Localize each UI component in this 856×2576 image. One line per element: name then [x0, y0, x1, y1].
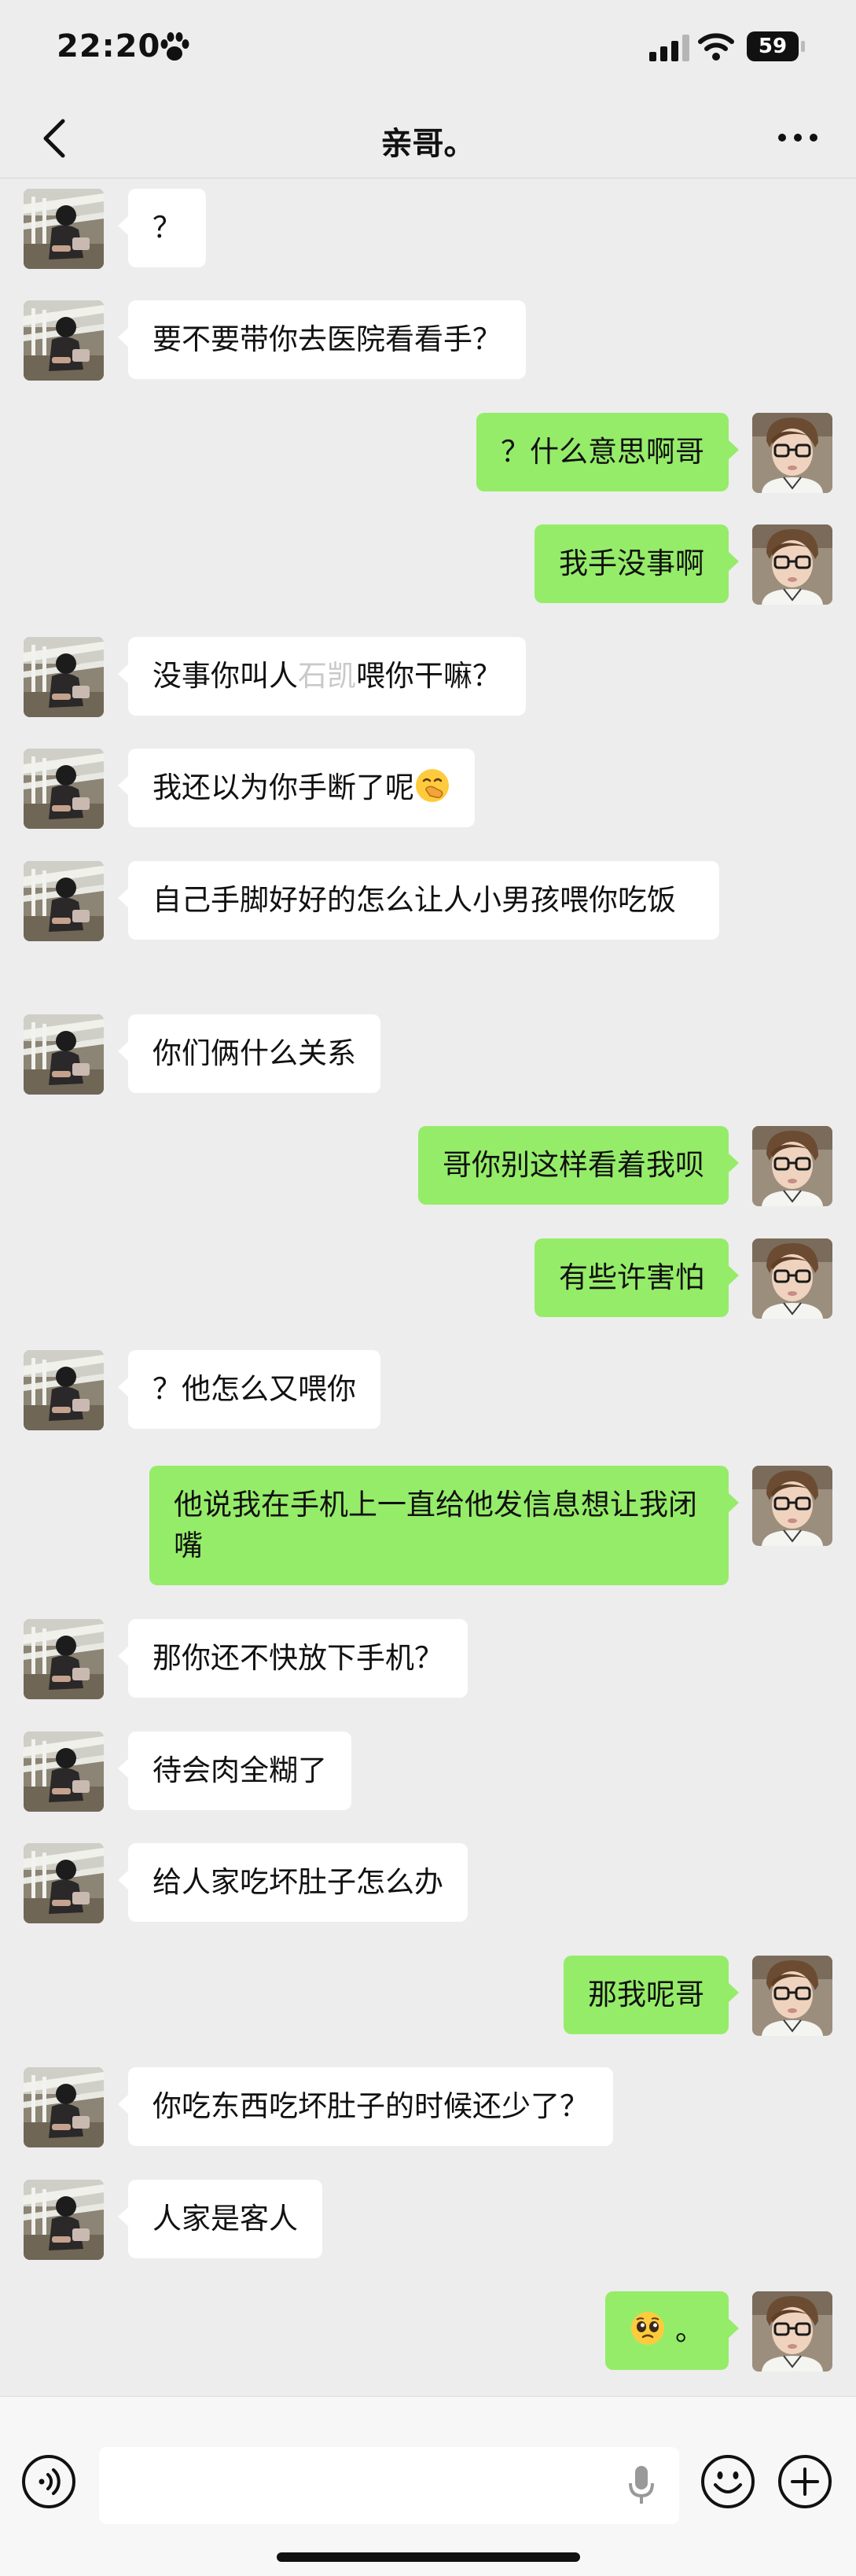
brother-avatar[interactable] [24, 1843, 104, 1923]
my-avatar[interactable] [752, 1956, 832, 2036]
message-text: 喂你干嘛？ [356, 659, 501, 693]
message-text: 我还以为你手断了呢 [152, 771, 414, 804]
message-bubble[interactable]: 要不要带你去医院看看手？ [118, 300, 526, 379]
message-bubble[interactable]: 我还以为你手断了呢 [118, 749, 475, 827]
chat-title: 亲哥。 [380, 126, 476, 162]
message-bubble[interactable]: ？什么意思啊哥 [476, 413, 739, 491]
my-avatar[interactable] [752, 1126, 832, 1206]
plus-circle-icon[interactable] [777, 2453, 833, 2510]
message-bubble[interactable]: 那你还不快放下手机？ [118, 1619, 468, 1698]
watermark-text: 石凯 [298, 659, 356, 693]
message-text: 没事你叫人 [152, 659, 298, 693]
battery-level: 59 [758, 35, 788, 58]
message-bubble[interactable]: 你们俩什么关系 [118, 1014, 380, 1093]
my-avatar[interactable] [752, 413, 832, 493]
more-icon[interactable] [772, 118, 824, 157]
home-indicator[interactable] [277, 2552, 580, 2562]
my-avatar[interactable] [752, 524, 832, 605]
brother-avatar[interactable] [24, 749, 104, 829]
my-avatar[interactable] [752, 1238, 832, 1319]
chat-header: 亲哥。 [0, 99, 856, 178]
wifi-icon [698, 33, 734, 61]
message-bubble[interactable]: 我手没事啊 [535, 524, 739, 603]
message-bubble[interactable]: 没事你叫人石凯喂你干嘛？ [118, 637, 526, 716]
message-bubble[interactable]: 有些许害怕 [535, 1238, 739, 1317]
mic-icon[interactable] [626, 2463, 657, 2508]
message-bubble[interactable]: 你吃东西吃坏肚子的时候还少了？ [118, 2067, 613, 2146]
paw-icon [160, 32, 189, 61]
pleading-face-emoji [630, 2310, 666, 2346]
brother-avatar[interactable] [24, 1619, 104, 1699]
message-bubble[interactable]: ？他怎么又喂你 [118, 1350, 380, 1429]
status-time: 22:20 [57, 28, 161, 64]
message-bubble[interactable]: 那我呢哥 [564, 1956, 739, 2034]
brother-avatar[interactable] [24, 2180, 104, 2260]
battery-indicator: 59 [747, 31, 805, 61]
message-text: 。 [675, 2313, 704, 2347]
message-bubble[interactable]: 待会肉全糊了 [118, 1731, 351, 1810]
message-bubble[interactable]: 。 [605, 2291, 739, 2370]
brother-avatar[interactable] [24, 1731, 104, 1812]
chat-list[interactable]: ？ 要不要带你去医院看看手？ ？什么意思啊哥 我手没事啊 没事你叫人石凯喂你干嘛… [0, 178, 856, 2396]
brother-avatar[interactable] [24, 637, 104, 717]
message-bubble[interactable]: 给人家吃坏肚子怎么办 [118, 1843, 468, 1922]
message-bubble[interactable]: 哥你别这样看着我呗 [418, 1126, 739, 1205]
my-avatar[interactable] [752, 2291, 832, 2372]
message-bubble[interactable]: 人家是客人 [118, 2180, 322, 2258]
signal-icon [649, 35, 689, 61]
brother-avatar[interactable] [24, 1014, 104, 1095]
input-bar [0, 2396, 856, 2576]
message-bubble[interactable]: ？ [118, 189, 206, 267]
brother-avatar[interactable] [24, 1350, 104, 1430]
brother-avatar[interactable] [24, 2067, 104, 2147]
brother-avatar[interactable] [24, 189, 104, 269]
message-bubble[interactable]: 他说我在手机上一直给他发信息想让我闭嘴 [149, 1466, 739, 1585]
brother-avatar[interactable] [24, 861, 104, 941]
brother-avatar[interactable] [24, 300, 104, 381]
voice-icon[interactable] [20, 2453, 77, 2510]
message-bubble[interactable]: 自己手脚好好的怎么让人小男孩喂你吃饭 [118, 861, 719, 940]
smiley-icon[interactable] [700, 2453, 756, 2510]
face-with-hand-over-mouth-emoji [414, 767, 450, 804]
status-bar: 22:20 59 [0, 0, 856, 99]
my-avatar[interactable] [752, 1466, 832, 1546]
message-input[interactable] [99, 2447, 679, 2524]
